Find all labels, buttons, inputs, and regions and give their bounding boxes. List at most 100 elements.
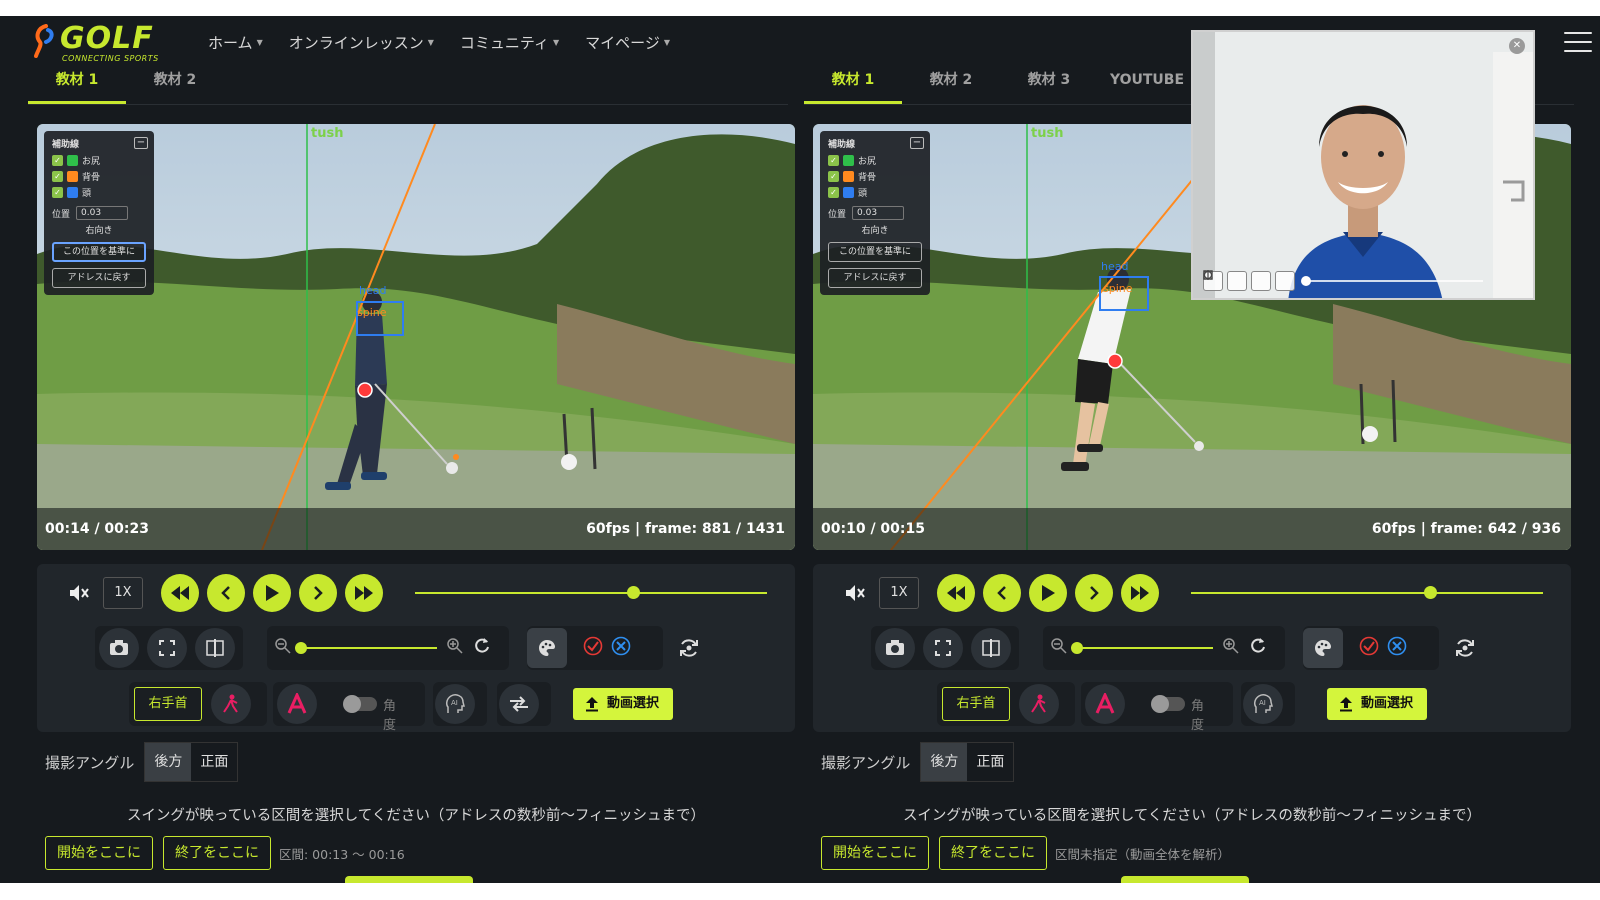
record-icon[interactable] bbox=[1203, 270, 1271, 291]
aux-line-head[interactable]: ✓ 頭 bbox=[52, 186, 146, 199]
split-icon[interactable] bbox=[971, 628, 1011, 668]
angle-option-front[interactable]: 正面 bbox=[191, 743, 237, 781]
angle-toggle[interactable] bbox=[343, 695, 377, 713]
mute-icon[interactable] bbox=[61, 575, 97, 611]
fast-forward-icon[interactable] bbox=[345, 574, 383, 612]
set-end-button[interactable]: 終了をここに bbox=[939, 836, 1047, 870]
zoom-slider[interactable] bbox=[1073, 647, 1213, 649]
camera-icon[interactable] bbox=[99, 628, 139, 668]
seek-thumb[interactable] bbox=[627, 586, 641, 599]
aux-line-hip[interactable]: ✓ お尻 bbox=[52, 154, 146, 167]
set-start-button[interactable]: 開始をここに bbox=[45, 836, 153, 870]
seek-bar[interactable] bbox=[1191, 592, 1543, 594]
zoom-in-icon[interactable] bbox=[447, 638, 463, 658]
checkbox[interactable]: ✓ bbox=[52, 170, 63, 182]
aux-line-head[interactable]: ✓ 頭 bbox=[828, 186, 922, 199]
checkbox[interactable]: ✓ bbox=[828, 186, 839, 198]
a-logo-icon[interactable] bbox=[277, 684, 317, 724]
upload-video-button[interactable]: 動画選択 bbox=[573, 688, 673, 720]
fullscreen-icon[interactable] bbox=[147, 628, 187, 668]
angle-option-front[interactable]: 正面 bbox=[967, 743, 1013, 781]
checkbox[interactable]: ✓ bbox=[52, 154, 63, 166]
webcam-overlay[interactable]: ✕ bbox=[1191, 30, 1535, 300]
webcam-slider[interactable] bbox=[1305, 280, 1483, 282]
tab-material-1[interactable]: 教材 1 bbox=[804, 68, 902, 104]
palette-icon[interactable] bbox=[527, 628, 567, 668]
zoom-thumb[interactable] bbox=[1071, 642, 1083, 654]
fullscreen-icon[interactable] bbox=[1203, 270, 1295, 291]
aux-line-spine[interactable]: ✓ 背骨 bbox=[828, 170, 922, 183]
play-icon[interactable] bbox=[1029, 574, 1067, 612]
fullscreen-icon[interactable] bbox=[923, 628, 963, 668]
zoom-in-icon[interactable] bbox=[1223, 638, 1239, 658]
speed-button[interactable]: 1X bbox=[103, 577, 143, 609]
next-frame-icon[interactable] bbox=[1075, 574, 1113, 612]
video-player[interactable]: head spine tush 補助線 − ✓ お尻 ✓ 背骨 ✓ 頭 位置 0.03 … bbox=[37, 124, 795, 550]
close-circle-icon[interactable] bbox=[611, 636, 631, 660]
golf-logo[interactable]: GOLF CONNECTING SPORTS bbox=[32, 22, 167, 63]
golfer-icon[interactable] bbox=[1019, 684, 1059, 724]
position-input[interactable]: 0.03 bbox=[76, 206, 129, 220]
aux-line-hip[interactable]: ✓ お尻 bbox=[828, 154, 922, 167]
analyze-button-edge[interactable] bbox=[345, 876, 473, 883]
seek-bar[interactable] bbox=[415, 592, 767, 594]
reset-address-button[interactable]: アドレスに戻す bbox=[828, 268, 922, 288]
zoom-out-icon[interactable] bbox=[1051, 638, 1067, 658]
check-circle-icon[interactable] bbox=[1359, 636, 1379, 660]
check-circle-icon[interactable] bbox=[583, 636, 603, 660]
play-icon[interactable] bbox=[253, 574, 291, 612]
set-end-button[interactable]: 終了をここに bbox=[163, 836, 271, 870]
sync-icon[interactable] bbox=[677, 636, 701, 664]
wrist-button[interactable]: 右手首 bbox=[134, 687, 202, 721]
tab-material-2[interactable]: 教材 2 bbox=[126, 68, 224, 104]
wrist-button[interactable]: 右手首 bbox=[942, 687, 1010, 721]
ai-head-icon[interactable]: AI bbox=[435, 684, 475, 724]
tab-material-2[interactable]: 教材 2 bbox=[902, 68, 1000, 104]
prev-frame-icon[interactable] bbox=[207, 574, 245, 612]
next-frame-icon[interactable] bbox=[299, 574, 337, 612]
tab-material-3[interactable]: 教材 3 bbox=[1000, 68, 1098, 104]
camera-icon[interactable] bbox=[875, 628, 915, 668]
checkbox[interactable]: ✓ bbox=[828, 154, 839, 166]
menu-icon[interactable] bbox=[1564, 32, 1592, 54]
analyze-button-edge[interactable] bbox=[1121, 876, 1249, 883]
rewind-icon[interactable] bbox=[161, 574, 199, 612]
set-base-button[interactable]: この位置を基準に bbox=[828, 242, 922, 262]
ai-head-icon[interactable]: AI bbox=[1243, 684, 1283, 724]
zoom-thumb[interactable] bbox=[295, 642, 307, 654]
swap-icon[interactable] bbox=[499, 684, 539, 724]
set-start-button[interactable]: 開始をここに bbox=[821, 836, 929, 870]
seek-thumb[interactable] bbox=[1424, 586, 1438, 599]
palette-icon[interactable] bbox=[1303, 628, 1343, 668]
nav-online-lesson[interactable]: オンラインレッスン ▼ bbox=[289, 32, 434, 53]
close-circle-icon[interactable] bbox=[1387, 636, 1407, 660]
tab-youtube[interactable]: YOUTUBE bbox=[1098, 68, 1196, 104]
webcam-slider-thumb[interactable] bbox=[1301, 276, 1311, 286]
prev-frame-icon[interactable] bbox=[983, 574, 1021, 612]
nav-home[interactable]: ホーム ▼ bbox=[208, 32, 263, 53]
minimize-icon[interactable]: − bbox=[910, 137, 924, 149]
sync-icon[interactable] bbox=[1453, 636, 1477, 664]
rewind-icon[interactable] bbox=[937, 574, 975, 612]
fast-forward-icon[interactable] bbox=[1121, 574, 1159, 612]
aux-line-spine[interactable]: ✓ 背骨 bbox=[52, 170, 146, 183]
nav-community[interactable]: コミュニティ ▼ bbox=[460, 32, 559, 53]
split-icon[interactable] bbox=[195, 628, 235, 668]
close-icon[interactable]: ✕ bbox=[1509, 38, 1525, 54]
mute-icon[interactable] bbox=[837, 575, 873, 611]
checkbox[interactable]: ✓ bbox=[52, 186, 63, 198]
angle-toggle[interactable] bbox=[1151, 695, 1185, 713]
reset-icon[interactable] bbox=[473, 637, 491, 659]
upload-video-button[interactable]: 動画選択 bbox=[1327, 688, 1427, 720]
tab-material-1[interactable]: 教材 1 bbox=[28, 68, 126, 104]
zoom-out-icon[interactable] bbox=[275, 638, 291, 658]
set-base-button[interactable]: この位置を基準に bbox=[52, 242, 146, 262]
golfer-icon[interactable] bbox=[211, 684, 251, 724]
zoom-slider[interactable] bbox=[297, 647, 437, 649]
split-icon[interactable] bbox=[1203, 270, 1247, 291]
checkbox[interactable]: ✓ bbox=[828, 170, 839, 182]
angle-option-rear[interactable]: 後方 bbox=[145, 743, 192, 781]
reset-address-button[interactable]: アドレスに戻す bbox=[52, 268, 146, 288]
a-logo-icon[interactable] bbox=[1085, 684, 1125, 724]
reset-icon[interactable] bbox=[1249, 637, 1267, 659]
